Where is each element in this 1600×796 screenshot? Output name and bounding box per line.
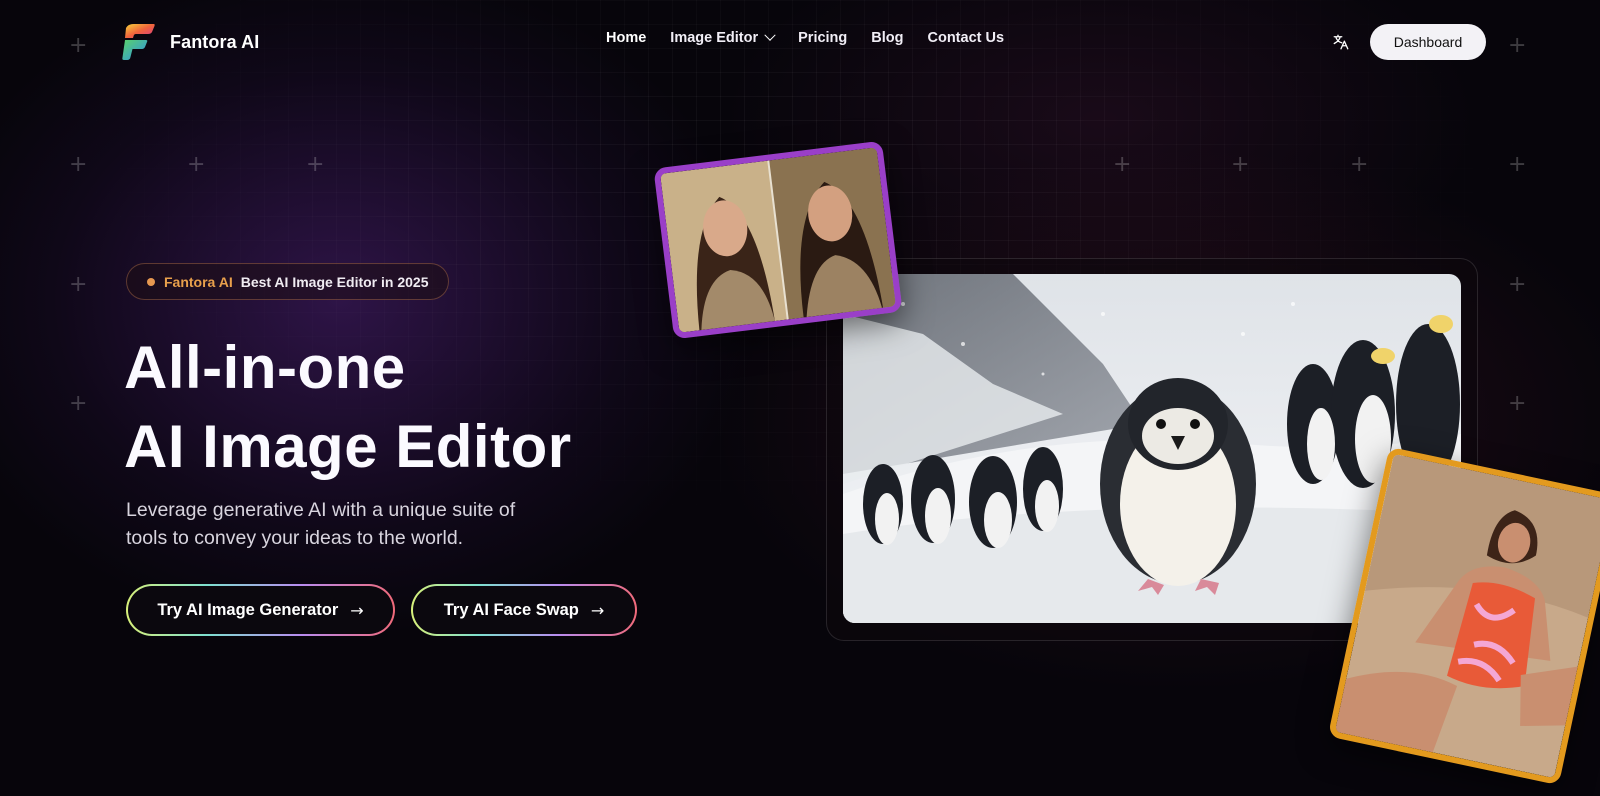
hero-subtitle: Leverage generative AI with a unique sui… — [126, 499, 516, 549]
translate-icon — [1333, 34, 1349, 50]
hero-badge: Fantora AI Best AI Image Editor in 2025 — [126, 263, 450, 300]
grid-plus-icon: + — [69, 152, 88, 177]
nav-pricing[interactable]: Pricing — [798, 30, 847, 46]
badge-text: Best AI Image Editor in 2025 — [240, 273, 429, 290]
grid-plus-icon: + — [1508, 152, 1527, 177]
hero-title: All-in-one AI Image Editor — [124, 328, 572, 486]
grid-plus-icon: + — [69, 391, 88, 416]
fantora-logo-icon — [122, 24, 155, 60]
grid-plus-icon: + — [1508, 391, 1527, 416]
arrow-right-icon: → — [590, 600, 605, 620]
try-ai-image-generator-button[interactable]: Try AI Image Generator → — [126, 584, 395, 636]
grid-plus-icon: + — [1231, 152, 1250, 177]
language-switcher-button[interactable] — [1330, 31, 1352, 53]
try-ai-face-swap-button[interactable]: Try AI Face Swap → — [411, 584, 637, 636]
badge-dot-icon — [147, 277, 155, 286]
hero-title-line1: All-in-one — [124, 334, 406, 401]
grid-plus-icon: + — [69, 272, 88, 297]
main-nav: Home Image Editor Pricing Blog Contact U… — [606, 29, 1005, 46]
woman-portrait-before-after-photo — [653, 140, 903, 340]
hero-title-line2: AI Image Editor — [124, 413, 572, 480]
chevron-down-icon — [764, 29, 776, 41]
cta-inner: Try AI Face Swap → — [413, 586, 635, 634]
cta-inner: Try AI Image Generator → — [128, 586, 393, 634]
grid-plus-icon: + — [306, 152, 325, 177]
grid-plus-icon: + — [187, 152, 206, 177]
arrow-right-icon: → — [350, 600, 364, 620]
badge-brand: Fantora AI — [164, 273, 233, 290]
nav-image-editor-label: Image Editor — [670, 30, 759, 46]
nav-home[interactable]: Home — [606, 30, 646, 46]
dashboard-button[interactable]: Dashboard — [1370, 24, 1486, 60]
site-header: Fantora AI Home Image Editor Pricing Blo… — [0, 0, 1600, 84]
nav-contact-us[interactable]: Contact Us — [928, 30, 1005, 46]
nav-blog[interactable]: Blog — [871, 30, 903, 46]
cta-label: Try AI Face Swap — [443, 600, 579, 619]
brand-link[interactable]: Fantora AI — [122, 22, 259, 62]
brand-name: Fantora AI — [170, 31, 260, 52]
grid-plus-icon: + — [1113, 152, 1132, 177]
nav-image-editor[interactable]: Image Editor — [670, 29, 776, 46]
grid-plus-icon: + — [1350, 152, 1369, 177]
grid-plus-icon: + — [1508, 272, 1527, 297]
cta-label: Try AI Image Generator — [157, 600, 339, 619]
